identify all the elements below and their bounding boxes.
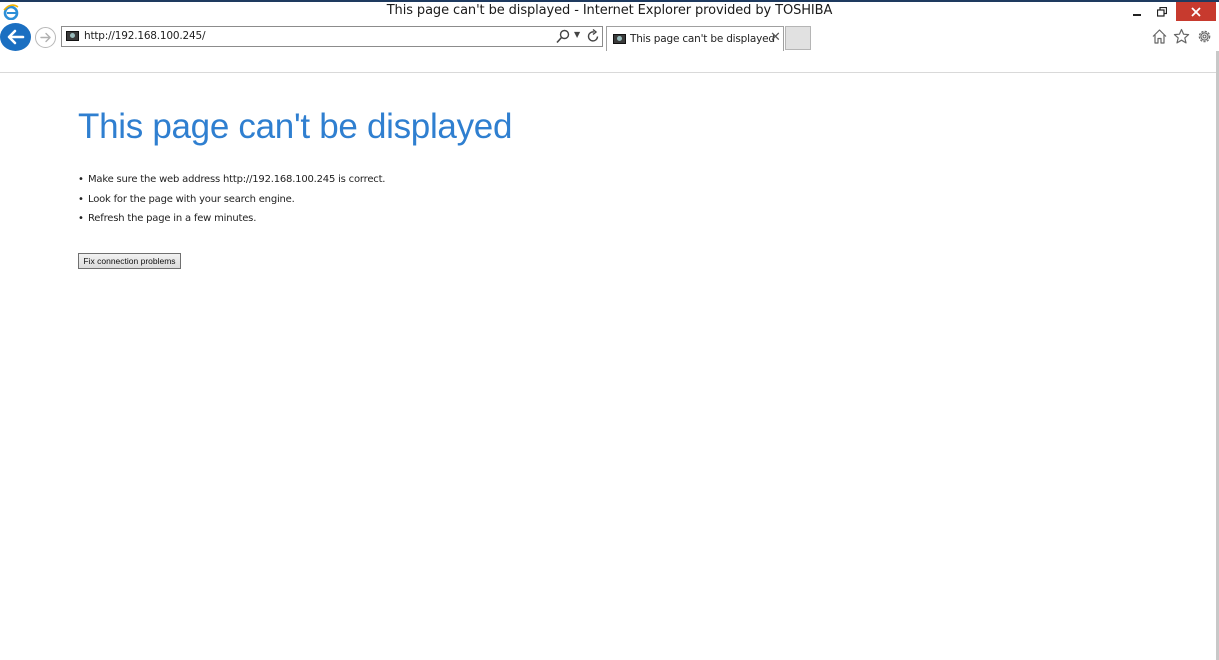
minimize-button[interactable] [1126, 2, 1148, 22]
site-favicon-icon [66, 31, 79, 41]
address-bar[interactable]: http://192.168.100.245/ ▼ [61, 26, 603, 47]
close-window-button[interactable] [1176, 2, 1216, 21]
navigation-bar: http://192.168.100.245/ ▼ This page can'… [0, 22, 1219, 73]
search-icon[interactable] [556, 29, 570, 44]
tip-item: Make sure the web address http://192.168… [78, 172, 385, 192]
back-icon [7, 29, 24, 45]
gear-icon[interactable] [1196, 28, 1213, 45]
tab-active[interactable]: This page can't be displayed ✕ [606, 26, 784, 51]
tab-title: This page can't be displayed [630, 33, 775, 45]
forward-button[interactable] [35, 27, 56, 48]
tips-list: Make sure the web address http://192.168… [78, 172, 385, 231]
restore-button[interactable] [1150, 2, 1174, 22]
forward-icon [39, 32, 51, 43]
tab-favicon-icon [613, 34, 626, 44]
address-text[interactable]: http://192.168.100.245/ [84, 30, 205, 42]
tip-item: Refresh the page in a few minutes. [78, 211, 385, 231]
refresh-icon[interactable] [586, 28, 600, 44]
title-bar: This page can't be displayed - Internet … [0, 2, 1219, 22]
tip-item: Look for the page with your search engin… [78, 192, 385, 212]
dropdown-icon[interactable]: ▼ [574, 30, 580, 39]
back-button[interactable] [0, 23, 31, 51]
star-icon[interactable] [1173, 28, 1190, 45]
restore-icon [1157, 7, 1167, 17]
window-title: This page can't be displayed - Internet … [386, 3, 833, 18]
minimize-icon [1133, 14, 1141, 16]
close-icon [1191, 6, 1201, 17]
page-heading: This page can't be displayed [78, 107, 513, 146]
fix-connection-button[interactable]: Fix connection problems [78, 253, 181, 269]
tab-close-icon[interactable]: ✕ [770, 30, 781, 45]
toolbar-divider [0, 72, 1219, 73]
new-tab-button[interactable] [785, 26, 811, 50]
home-icon[interactable] [1151, 28, 1168, 45]
